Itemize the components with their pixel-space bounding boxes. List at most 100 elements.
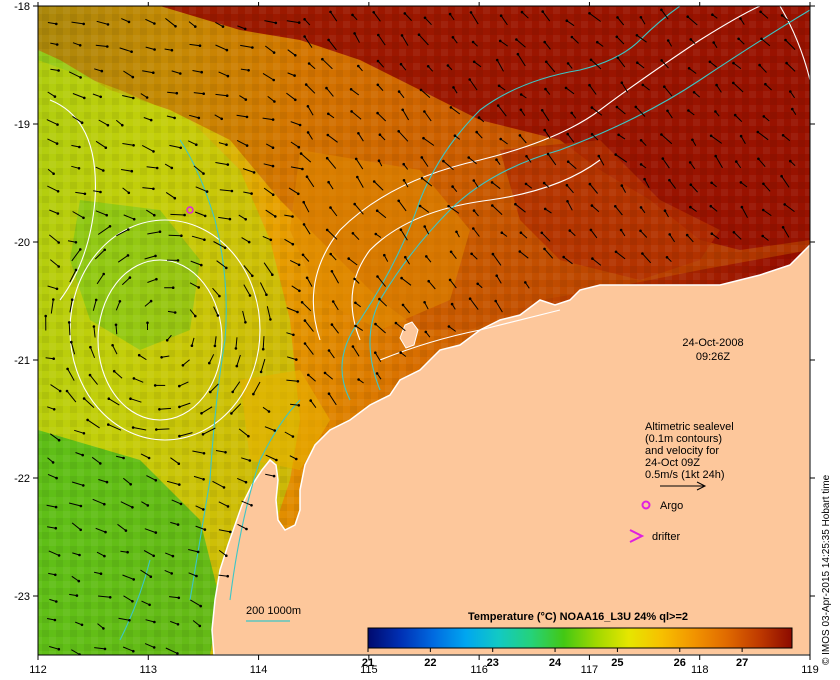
velocity-arrow-head [761,208,765,212]
velocity-arrow-head [132,578,135,581]
velocity-arrow-head [74,241,78,244]
velocity-arrow-head [422,136,425,140]
velocity-arrow-head [472,179,476,182]
velocity-arrow-head [397,199,401,203]
velocity-arrow-head [327,180,330,184]
velocity-arrow-head [299,152,303,155]
velocity-arrow-head [447,325,451,328]
velocity-arrow-head [399,351,403,354]
velocity-arrow-head [153,22,156,25]
velocity-arrow-head [152,554,155,558]
velocity-arrow-head [248,294,252,297]
velocity-arrow-head [179,502,183,506]
velocity-arrow-head [292,333,295,337]
velocity-arrow-head [453,134,457,137]
velocity-arrow-head [325,156,329,160]
velocity-arrow-head [154,479,158,482]
velocity-arrow-head [740,205,744,209]
velocity-arrow-head [568,229,572,232]
velocity-arrow-head [55,22,58,26]
velocity-arrow-head [145,96,149,99]
velocity-arrow-head [92,325,96,328]
velocity-arrow-head [639,206,643,209]
velocity-arrow-head [94,298,98,302]
credit-label: © IMOS 03-Apr-2015 14:25:35 Hobart time [821,474,832,665]
velocity-arrow-head [660,8,663,12]
velocity-arrow-head [77,167,81,170]
velocity-arrow-head [178,384,181,388]
velocity-arrow-head [427,279,431,283]
velocity-arrow-head [619,228,623,232]
velocity-arrow-head [57,241,60,244]
velocity-arrow-head [230,189,234,193]
velocity-arrow-head [330,270,334,273]
velocity-arrow-head [99,462,102,465]
velocity-arrow-head [780,14,784,17]
velocity-arrow-head [781,226,785,229]
velocity-arrow-head [82,22,85,26]
velocity-arrow-head [330,323,334,326]
velocity-arrow-head [271,146,275,149]
velocity-arrow-head [688,161,692,164]
velocity-arrow-head [353,202,357,206]
velocity-arrow-head [74,268,78,272]
velocity-arrow-head [303,18,306,21]
velocity-arrow-head [378,297,381,301]
velocity-arrow-head [245,115,249,119]
velocity-arrow-head [82,216,85,220]
velocity-arrow-head [497,84,501,88]
velocity-arrow-head [114,323,118,327]
velocity-arrow-head [70,298,74,302]
velocity-arrow-head [122,456,125,460]
velocity-arrow-head [53,95,57,98]
velocity-arrow-head [149,299,153,303]
x-tick-label: 114 [250,664,268,676]
velocity-arrow-head [469,11,473,14]
velocity-arrow-head [639,15,643,19]
velocity-arrow-head [634,105,638,109]
velocity-arrow-head [103,554,106,558]
velocity-arrow-head [520,10,524,14]
velocity-arrow-head [175,91,179,95]
velocity-arrow-head [155,428,158,431]
velocity-arrow-head [543,207,547,211]
velocity-arrow-head [376,111,379,115]
velocity-arrow-head [225,94,229,97]
velocity-arrow-head [376,275,379,278]
velocity-arrow-head [450,302,454,306]
velocity-arrow-head [274,215,277,218]
velocity-arrow-head [226,74,230,78]
velocity-arrow-head [112,369,116,373]
velocity-arrow-head [200,412,203,415]
velocity-arrow-head [178,483,181,486]
velocity-arrow-head [297,192,300,196]
velocity-arrow-head [121,123,124,127]
velocity-arrow-head [543,128,546,132]
velocity-arrow-head [588,182,592,186]
velocity-arrow-head [783,203,786,206]
sst-field [38,6,810,655]
velocity-arrow-head [617,133,620,137]
velocity-arrow-head [226,505,230,508]
velocity-arrow-head [423,301,426,304]
velocity-arrow-head [201,433,205,436]
velocity-arrow-head [216,314,220,317]
velocity-arrow-head [739,181,743,184]
velocity-arrow-head [158,230,162,233]
velocity-arrow-head [251,46,254,49]
velocity-arrow-head [44,314,47,318]
velocity-arrow-head [399,62,403,66]
velocity-arrow-head [294,98,297,102]
velocity-arrow-head [247,69,250,72]
velocity-arrow-head [226,574,229,578]
velocity-arrow-head [250,192,253,195]
velocity-arrow-head [181,364,185,367]
velocity-arrow-head [79,504,83,508]
velocity-arrow-head [202,172,205,175]
velocity-arrow-head [448,278,452,282]
velocity-arrow-head [424,330,428,334]
velocity-arrow-head [565,19,569,23]
velocity-arrow-head [273,100,276,103]
velocity-arrow-head [620,81,624,84]
velocity-arrow-head [666,39,670,42]
